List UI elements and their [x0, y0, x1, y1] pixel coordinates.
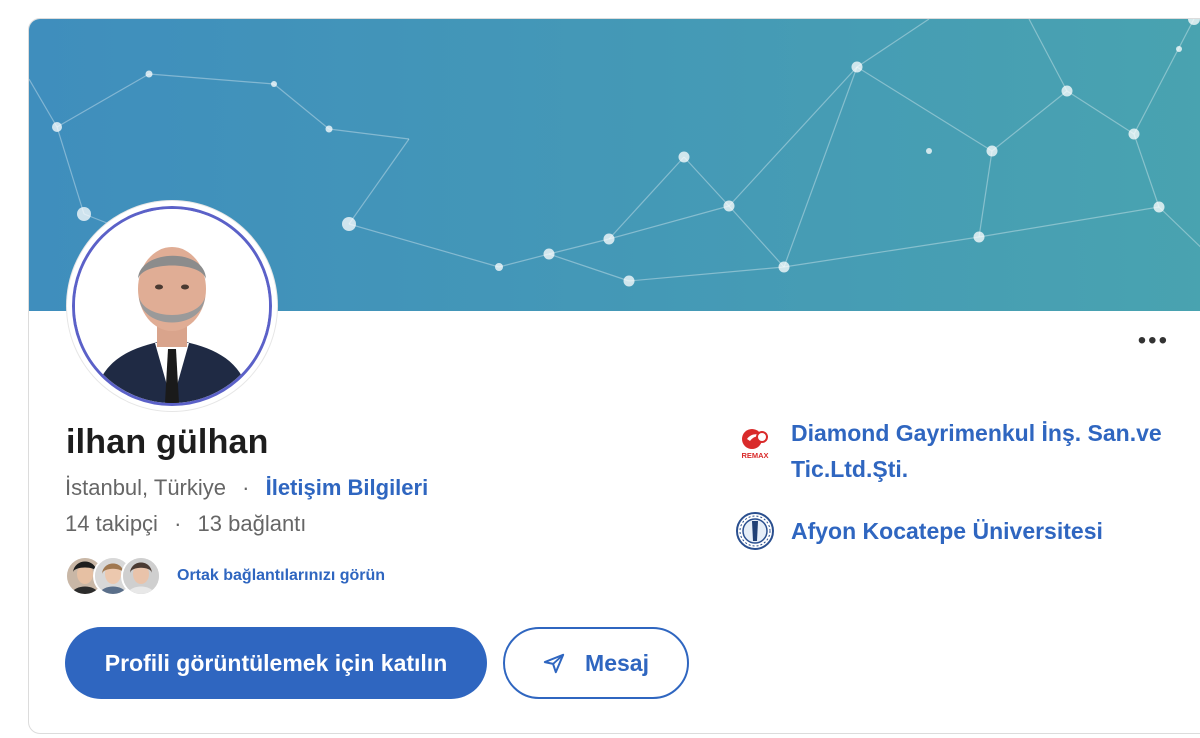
profile-location-line: İstanbul, Türkiye · İletişim Bilgileri — [65, 475, 428, 501]
remax-logo-text: REMAX — [741, 451, 768, 460]
mutual-connections[interactable]: Ortak bağlantılarınızı görün — [65, 553, 385, 599]
join-to-view-profile-button[interactable]: Profili görüntülemek için katılın — [65, 627, 487, 699]
profile-location: İstanbul, Türkiye — [65, 475, 227, 500]
profile-photo — [75, 209, 269, 403]
organization-item[interactable]: Afyon Kocatepe Üniversitesi — [735, 511, 1175, 551]
contact-info-link[interactable]: İletişim Bilgileri — [266, 475, 429, 500]
connections-count: 13 bağlantı — [197, 511, 307, 536]
organization-name[interactable]: Diamond Gayrimenkul İnş. San.ve Tic.Ltd.… — [791, 415, 1175, 487]
profile-name: ilhan gülhan — [66, 423, 269, 461]
message-button-label: Mesaj — [585, 649, 649, 676]
mutual-connections-link[interactable]: Ortak bağlantılarınızı görün — [177, 567, 385, 585]
organization-item[interactable]: REMAX Diamond Gayrimenkul İnş. San.ve Ti… — [735, 415, 1175, 487]
profile-card: ••• ilhan gülhan İstanbul, Türkiye · İle… — [28, 18, 1200, 734]
university-seal-icon — [736, 512, 774, 550]
profile-avatar[interactable] — [67, 201, 277, 411]
organization-name[interactable]: Afyon Kocatepe Üniversitesi — [791, 513, 1103, 549]
remax-logo-icon: REMAX — [735, 425, 775, 465]
separator-dot: · — [174, 511, 182, 536]
more-options-button[interactable]: ••• — [1138, 329, 1169, 353]
message-button[interactable]: Mesaj — [503, 627, 689, 699]
send-icon — [543, 653, 565, 674]
mutual-avatar — [121, 556, 161, 596]
profile-counts: 14 takipçi · 13 bağlantı — [65, 511, 306, 537]
separator-dot: · — [242, 475, 250, 500]
profile-organizations: REMAX Diamond Gayrimenkul İnş. San.ve Ti… — [735, 415, 1175, 575]
followers-count: 14 takipçi — [65, 511, 158, 536]
